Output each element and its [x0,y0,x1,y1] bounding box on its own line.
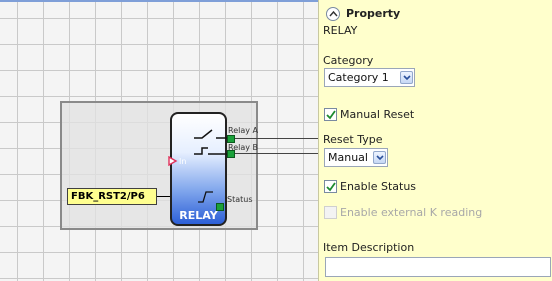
port-status[interactable] [216,203,224,211]
input-tag-fbk[interactable]: FBK_RST2/P6 [67,188,157,205]
category-label: Category [323,54,374,67]
wire-relay-a[interactable] [235,138,318,139]
contact-switch-icon [194,129,228,155]
item-description-input[interactable] [325,257,551,277]
diagram-canvas[interactable]: FBK_RST2/P6 RELAY In Relay A Relay B Sta… [0,0,318,281]
collapse-up-icon[interactable] [326,7,340,21]
enable-external-k-label: Enable external K reading [340,206,483,219]
property-panel: Property RELAY Category Category 1 Manua… [318,0,552,281]
manual-reset-label: Manual Reset [340,108,415,121]
item-description-label: Item Description [323,241,415,254]
pin-label-relay-b: Relay B [228,143,259,152]
pulse-edge-icon [198,191,213,203]
enable-status-label: Enable Status [340,180,417,193]
category-value: Category 1 [328,71,389,84]
reset-type-select[interactable]: Manual [324,148,388,167]
checkmark-icon [326,110,336,120]
input-arrow-icon [168,156,178,166]
block-group-frame[interactable] [60,101,258,230]
port-relay-a[interactable] [227,135,235,143]
enable-status-checkbox[interactable] [324,180,337,193]
pin-label-status: Status [227,195,253,204]
checkmark-icon [326,182,336,192]
pin-label-in: In [179,157,187,166]
dropdown-arrow-icon[interactable] [373,151,386,164]
reset-type-label: Reset Type [323,133,383,146]
block-name: RELAY [323,24,358,37]
panel-header: Property [346,7,401,20]
enable-external-k-checkbox[interactable] [324,206,337,219]
manual-reset-checkbox[interactable] [324,108,337,121]
wire-relay-b[interactable] [235,153,318,154]
pin-label-relay-a: Relay A [228,126,258,135]
dropdown-arrow-icon[interactable] [400,71,413,84]
reset-type-value: Manual [328,151,368,164]
category-select[interactable]: Category 1 [324,68,415,87]
